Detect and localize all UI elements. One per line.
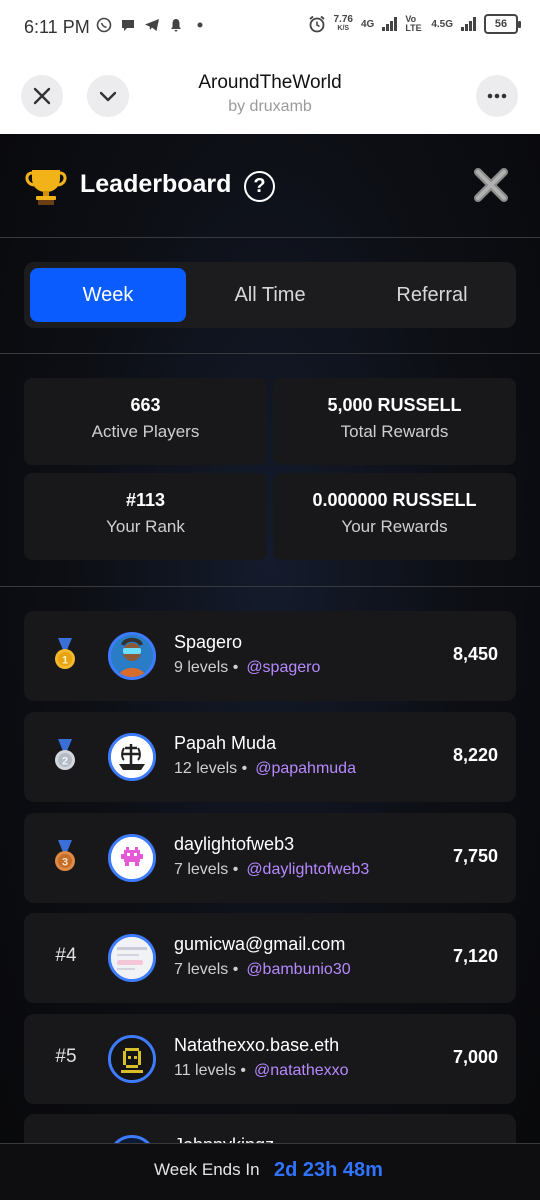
player-handle[interactable]: @daylightofweb3 xyxy=(246,861,369,878)
leaderboard-panel: Leaderboard ? Week All Time Referral 663… xyxy=(0,134,540,1200)
app-title: AroundTheWorld xyxy=(198,72,342,93)
week-countdown-bar: Week Ends In 2d 23h 48m xyxy=(0,1143,540,1200)
leaderboard-header: Leaderboard ? xyxy=(0,134,540,238)
dot-icon xyxy=(197,22,203,28)
alarm-icon xyxy=(308,15,325,33)
player-score: 8,450 xyxy=(452,644,498,664)
avatar-image xyxy=(111,937,153,979)
battery-icon: 56 xyxy=(484,14,521,34)
player-handle[interactable]: @bambunio30 xyxy=(246,961,350,978)
stat-active-players: 663 Active Players xyxy=(24,378,267,465)
avatar-image xyxy=(111,837,153,879)
leaderboard-row[interactable]: 1 Spagero 9 levels • @spagero 8,450 xyxy=(24,611,516,701)
player-score: 8,220 xyxy=(452,745,498,765)
leaderboard-row[interactable]: 2 Papah Muda 12 levels • @papahmuda 8,220 xyxy=(24,712,516,802)
player-rank: #4 xyxy=(55,945,77,966)
player-name: Natathexxo.base.eth xyxy=(174,1035,340,1055)
leaderboard-row[interactable]: 3 daylightofweb3 7 levels • @daylightofwe… xyxy=(24,813,516,903)
tab-week[interactable]: Week xyxy=(30,268,186,322)
svg-text:3: 3 xyxy=(62,857,68,869)
avatar-image xyxy=(111,1038,153,1080)
tab-referral[interactable]: Referral xyxy=(354,268,510,322)
battery-level: 56 xyxy=(494,18,508,30)
divider xyxy=(0,237,540,238)
divider xyxy=(0,353,540,354)
network-speed: 7.76 K/S xyxy=(333,14,353,33)
svg-text:2: 2 xyxy=(62,756,68,768)
more-options-button[interactable] xyxy=(476,75,518,117)
player-handle[interactable]: @natathexxo xyxy=(254,1062,349,1079)
player-meta: 7 levels • @daylightofweb3 xyxy=(174,861,370,878)
app-subtitle: by druxamb xyxy=(228,98,312,115)
signal-icon-2 xyxy=(461,17,476,31)
player-score: 7,750 xyxy=(452,846,498,866)
miniapp-header: AroundTheWorld by druxamb xyxy=(0,58,540,134)
bell-icon xyxy=(171,19,181,32)
status-bar: 6:11 PM 7.76 K/S 4G Vo LTE 4.5G 56 xyxy=(0,0,540,58)
close-leaderboard-icon[interactable] xyxy=(472,166,510,204)
leaderboard-row[interactable]: #5 Natathexxo.base.eth 11 levels • @natat… xyxy=(24,1014,516,1104)
trophy-icon xyxy=(25,170,67,205)
avatar-image xyxy=(111,635,153,677)
player-handle[interactable]: @papahmuda xyxy=(255,760,356,777)
player-handle[interactable]: @spagero xyxy=(246,659,320,676)
leaderboard-title: Leaderboard xyxy=(80,170,232,198)
player-name: daylightofweb3 xyxy=(174,834,295,854)
signal-icon-1 xyxy=(382,17,398,31)
silver-medal-icon: 2 xyxy=(55,739,75,770)
avatar xyxy=(108,934,156,982)
period-tabs: Week All Time Referral xyxy=(24,262,516,328)
avatar xyxy=(108,632,156,680)
network-type-2: 4.5G xyxy=(431,18,453,30)
avatar-image xyxy=(111,736,153,778)
player-meta: 12 levels • @papahmuda xyxy=(174,760,356,777)
help-icon[interactable]: ? xyxy=(244,171,275,202)
avatar xyxy=(108,733,156,781)
leaderboard-row[interactable]: #4 gumicwa@gmail.com 7 levels • @bambunio… xyxy=(24,913,516,1003)
chat-icon xyxy=(122,20,134,31)
status-time: 6:11 PM xyxy=(24,17,90,37)
player-meta: 9 levels • @spagero xyxy=(174,659,321,676)
player-meta: 11 levels • @natathexxo xyxy=(174,1062,349,1079)
stat-your-rewards: 0.000000 RUSSELL Your Rewards xyxy=(273,473,516,560)
whatsapp-icon xyxy=(96,17,112,33)
tab-all-time[interactable]: All Time xyxy=(192,268,348,322)
more-icon xyxy=(487,93,507,99)
bronze-medal-icon: 3 xyxy=(55,840,75,871)
stat-total-rewards: 5,000 RUSSELL Total Rewards xyxy=(273,378,516,465)
player-name: gumicwa@gmail.com xyxy=(174,934,346,954)
player-name: Spagero xyxy=(174,632,243,652)
avatar xyxy=(108,1035,156,1083)
countdown-label: Week Ends In xyxy=(154,1160,260,1179)
player-name: Papah Muda xyxy=(174,733,277,753)
player-meta: 7 levels • @bambunio30 xyxy=(174,961,351,978)
network-type-1: 4G xyxy=(360,18,375,30)
gold-medal-icon: 1 xyxy=(55,638,75,669)
divider xyxy=(0,586,540,587)
volte-label: Vo LTE xyxy=(405,14,422,33)
countdown-time: 2d 23h 48m xyxy=(274,1159,383,1181)
stat-your-rank: #113 Your Rank xyxy=(24,473,267,560)
telegram-icon xyxy=(145,19,159,31)
player-rank: #5 xyxy=(55,1046,77,1067)
avatar xyxy=(108,834,156,882)
player-score: 7,000 xyxy=(452,1047,498,1067)
player-score: 7,120 xyxy=(452,946,498,966)
svg-text:1: 1 xyxy=(62,655,68,667)
